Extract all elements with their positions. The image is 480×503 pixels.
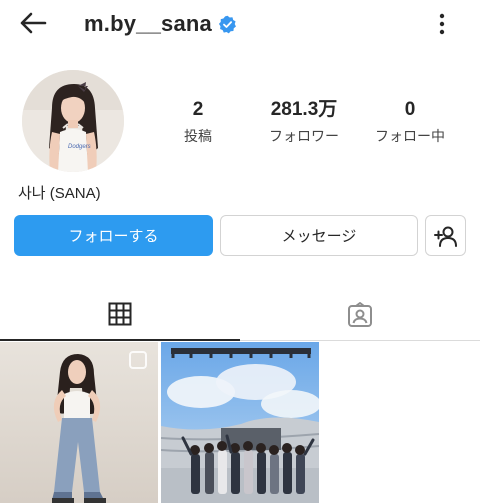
stat-posts[interactable]: 2 投稿	[143, 98, 253, 146]
svg-text:Dodgers: Dodgers	[68, 144, 91, 150]
stat-posts-value: 2	[192, 99, 204, 120]
back-button[interactable]	[16, 8, 50, 38]
stat-following-value: 0	[404, 99, 416, 120]
tagged-person-icon	[348, 302, 372, 327]
follow-button[interactable]: フォローする	[14, 215, 213, 256]
add-user-button[interactable]	[425, 215, 466, 256]
post-thumbnail[interactable]	[0, 342, 158, 503]
stat-followers-value: 281.3万	[270, 99, 338, 120]
profile-tabs	[0, 289, 480, 341]
stat-followers[interactable]: 281.3万 フォロワー	[249, 98, 359, 146]
stat-following-label: フォロー中	[375, 128, 445, 144]
more-vertical-icon	[439, 13, 445, 35]
tab-posts-grid[interactable]	[0, 289, 240, 341]
verified-badge-icon	[218, 15, 237, 34]
top-bar: m.by__sana	[0, 0, 480, 50]
username: m.by__sana	[84, 11, 212, 36]
avatar[interactable]: Dodgers	[22, 70, 124, 172]
add-user-icon	[433, 226, 457, 247]
stat-posts-label: 投稿	[184, 128, 212, 144]
display-name: 사나 (SANA)	[18, 185, 101, 202]
tab-tagged[interactable]	[240, 289, 480, 341]
arrow-left-icon	[20, 12, 47, 34]
message-button[interactable]: メッセージ	[220, 215, 418, 256]
stat-following[interactable]: 0 フォロー中	[355, 98, 465, 146]
more-options-button[interactable]	[428, 8, 456, 40]
grid-icon	[108, 302, 132, 326]
stat-followers-label: フォロワー	[269, 128, 339, 144]
post-thumbnail[interactable]	[161, 342, 319, 503]
username-header: m.by__sana	[84, 10, 237, 38]
